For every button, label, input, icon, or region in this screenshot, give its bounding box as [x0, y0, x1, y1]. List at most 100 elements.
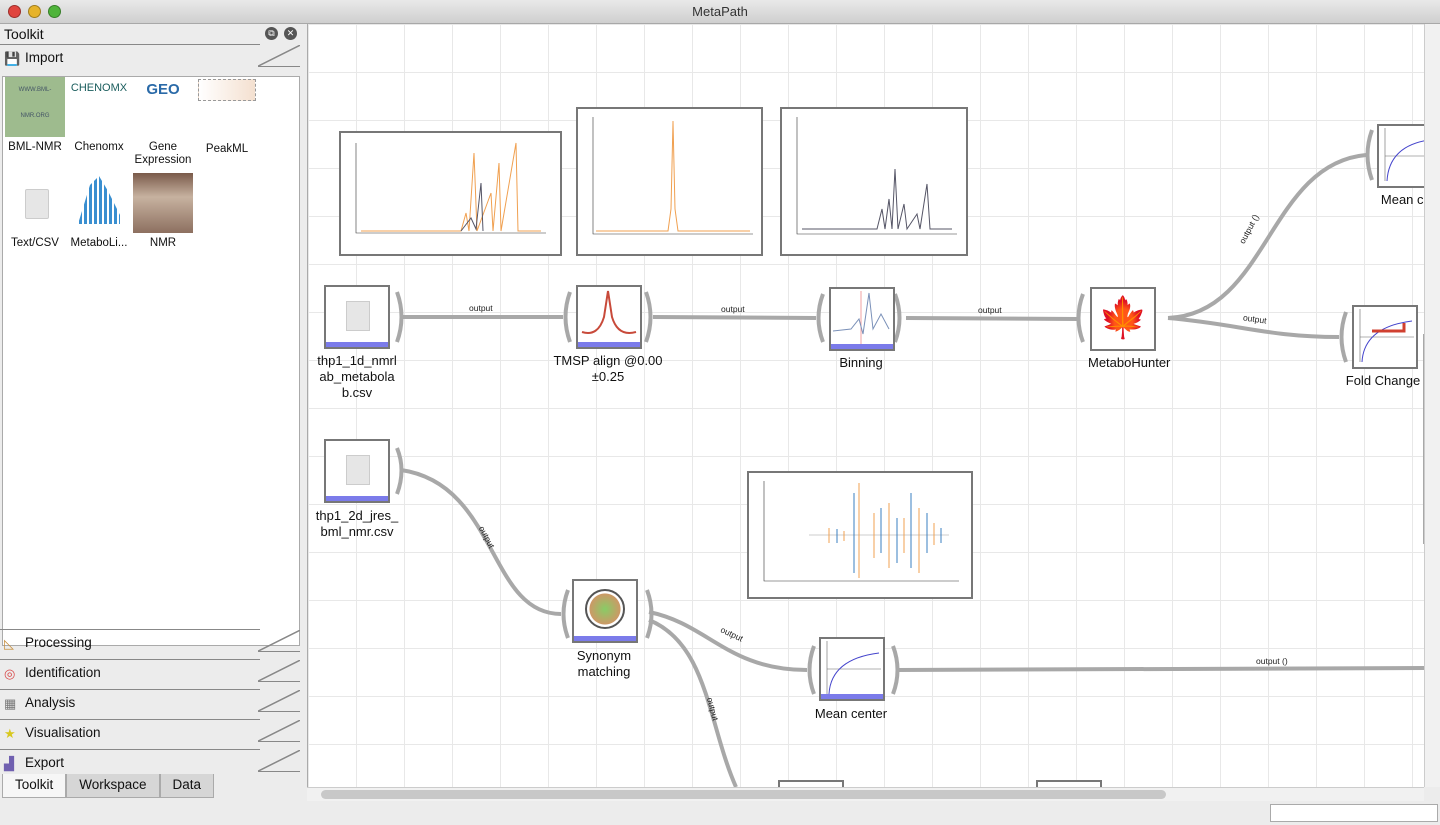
- binned-spectrum-preview: [780, 107, 968, 256]
- toolkit-title: Toolkit: [4, 26, 44, 42]
- maple-leaf-icon: 🍁: [1098, 296, 1148, 340]
- edge: [895, 666, 1424, 672]
- vertical-scrollbar[interactable]: [1424, 24, 1440, 787]
- spectrum-icon: [832, 291, 890, 344]
- node-file-1d[interactable]: [324, 285, 390, 349]
- tool-label: PeakML: [205, 143, 249, 155]
- tool-label: Chenomx: [74, 141, 124, 153]
- tab-data[interactable]: Data: [159, 774, 215, 798]
- loadings-preview: [747, 471, 973, 599]
- chenomx-logo: CHENOMX: [70, 82, 128, 94]
- tool-text-csv[interactable]: Text/CSV: [3, 173, 67, 250]
- node-label: thp1_1d_nmrlab_metabolab.csv: [317, 353, 397, 400]
- title-bar: MetaPath: [0, 0, 1440, 24]
- minimize-window-button[interactable]: [28, 5, 41, 18]
- fold-change-icon: [1359, 309, 1414, 363]
- export-chart-icon: ▟: [4, 756, 14, 771]
- tool-label: Text/CSV: [11, 237, 59, 249]
- node-label: Synonym matching: [576, 648, 632, 679]
- spectrum-preview: [339, 131, 562, 256]
- geo-logo: GEO: [146, 81, 180, 98]
- workflow-canvas[interactable]: output output output output () output ou…: [307, 24, 1424, 787]
- curve-icon: [1384, 128, 1424, 182]
- tool-label: Gene Expression: [134, 141, 192, 166]
- section-import[interactable]: 💾 Import: [0, 44, 300, 74]
- scroll-thumb[interactable]: [321, 790, 1166, 799]
- node-synonym-matching[interactable]: [572, 579, 638, 643]
- tab-workspace[interactable]: Workspace: [66, 774, 160, 798]
- import-tools-grid: WWW.BML-NMR.ORG BML-NMR CHENOMX Chenomx GE…: [2, 76, 300, 646]
- node-file-2d[interactable]: [324, 439, 390, 503]
- zoom-window-button[interactable]: [48, 5, 61, 18]
- node-label: Mean cer: [1380, 192, 1424, 207]
- metabolights-logo: [78, 176, 120, 224]
- tool-gene-expression[interactable]: GEO Gene Expression: [131, 77, 195, 167]
- section-processing[interactable]: ◺ Processing: [0, 629, 300, 659]
- status-field[interactable]: [1270, 804, 1438, 822]
- close-panel-icon[interactable]: ✕: [284, 27, 297, 40]
- set-square-icon: ◺: [4, 636, 14, 651]
- window-title: MetaPath: [692, 4, 748, 19]
- node-label: thp1_2d_jres_bml_nmr.csv: [315, 508, 399, 539]
- bottom-tabs: Toolkit Workspace Data: [2, 774, 215, 798]
- tool-bml-nmr[interactable]: WWW.BML-NMR.ORG BML-NMR: [3, 77, 67, 154]
- node-label: Mean center: [814, 706, 888, 721]
- tool-label: MetaboLi...: [70, 237, 128, 249]
- node-partial[interactable]: [1036, 780, 1102, 787]
- close-window-button[interactable]: [8, 5, 21, 18]
- peak-icon: [581, 290, 637, 334]
- node-label: MetaboHunter: [1088, 355, 1171, 370]
- edge: [1167, 153, 1367, 320]
- peakml-logo: [198, 79, 256, 101]
- nmr-photo: [133, 173, 193, 233]
- section-label: Visualisation: [25, 725, 101, 740]
- tmsp-peak-preview: [576, 107, 763, 256]
- node-mean-center-top[interactable]: [1377, 124, 1424, 188]
- section-analysis[interactable]: ▦ Analysis: [0, 689, 300, 719]
- calculator-icon: ▦: [4, 696, 17, 711]
- file-icon: [346, 301, 370, 331]
- detach-panel-icon[interactable]: ⧉: [265, 27, 278, 40]
- section-label: Export: [25, 755, 65, 770]
- node-metabohunter[interactable]: 🍁: [1090, 287, 1156, 351]
- edge: [648, 610, 808, 672]
- curve-icon: [826, 641, 881, 695]
- node-partial[interactable]: [778, 780, 844, 787]
- edge: [400, 468, 562, 616]
- node-fold-change[interactable]: [1352, 305, 1418, 369]
- edge: [905, 316, 1079, 321]
- tool-nmr[interactable]: NMR: [131, 173, 195, 250]
- tool-chenomx[interactable]: CHENOMX Chenomx: [67, 77, 131, 154]
- section-label: Import: [25, 50, 64, 65]
- star-icon: ★: [4, 726, 16, 741]
- toolkit-header: Toolkit ⧉ ✕: [0, 24, 303, 44]
- edge-label: output: [721, 304, 745, 314]
- horizontal-scrollbar[interactable]: [307, 787, 1424, 801]
- tool-metabolights[interactable]: MetaboLi...: [67, 173, 131, 250]
- section-label: Analysis: [25, 695, 76, 710]
- node-mean-center[interactable]: [819, 637, 885, 701]
- node-label: Fold Change: [1345, 373, 1421, 388]
- tool-label: BML-NMR: [8, 141, 62, 153]
- file-icon: [346, 455, 370, 485]
- tab-toolkit[interactable]: Toolkit: [2, 774, 67, 798]
- node-tmsp-align[interactable]: [576, 285, 642, 349]
- section-identification[interactable]: ◎ Identification: [0, 659, 300, 689]
- edge: [652, 315, 817, 320]
- synonym-icon: [585, 589, 625, 629]
- node-label: Binning: [839, 355, 883, 370]
- toolkit-panel: Toolkit ⧉ ✕ 💾 Import WWW.BML-NMR.ORG BML-N…: [0, 24, 303, 804]
- target-icon: ◎: [4, 666, 16, 681]
- edge-label: output: [469, 303, 493, 313]
- tool-peakml[interactable]: PeakML: [195, 77, 259, 156]
- node-label: TMSP align @0.00 ±0.25: [553, 353, 663, 384]
- section-visualisation[interactable]: ★ Visualisation: [0, 719, 300, 749]
- tool-label: NMR: [149, 237, 177, 249]
- file-icon: [25, 189, 49, 219]
- section-label: Identification: [25, 665, 101, 680]
- edge-label: output (): [1256, 656, 1288, 666]
- edge-label: output: [978, 305, 1002, 315]
- save-disk-icon: 💾: [4, 51, 21, 66]
- node-binning[interactable]: [829, 287, 895, 351]
- section-label: Processing: [25, 635, 92, 650]
